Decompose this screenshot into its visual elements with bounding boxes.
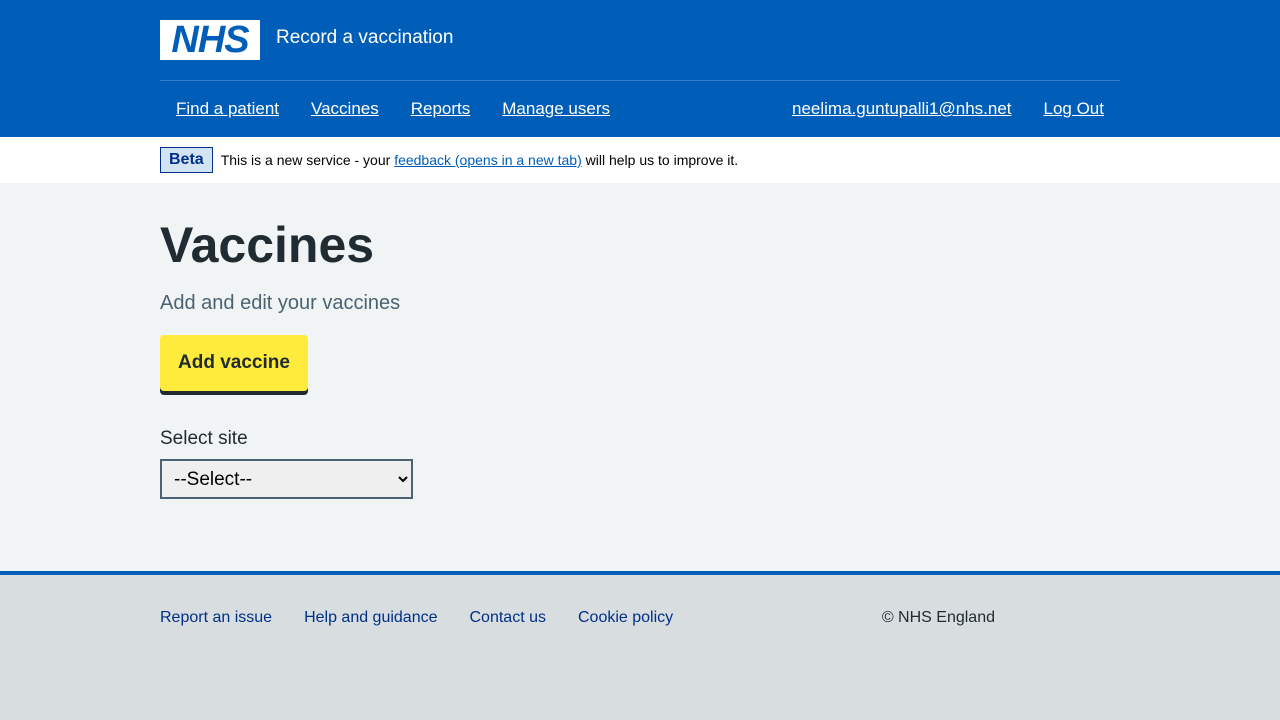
nav-logout[interactable]: Log Out — [1028, 97, 1121, 121]
site-header: NHS Record a vaccination Find a patient … — [0, 0, 1280, 137]
footer-cookie-policy[interactable]: Cookie policy — [578, 609, 673, 627]
footer-report-issue[interactable]: Report an issue — [160, 609, 272, 627]
footer-contact-us[interactable]: Contact us — [470, 609, 546, 627]
phase-banner-text: This is a new service - your feedback (o… — [221, 152, 738, 168]
select-site-label: Select site — [160, 428, 248, 449]
footer-help-guidance[interactable]: Help and guidance — [304, 609, 437, 627]
feedback-link[interactable]: feedback (opens in a new tab) — [394, 152, 582, 168]
nav-manage-users[interactable]: Manage users — [486, 97, 626, 121]
phase-text-after: will help us to improve it. — [585, 152, 739, 168]
nhs-logo[interactable]: NHS — [160, 20, 260, 60]
nav-user-email[interactable]: neelima.guntupalli1@nhs.net — [776, 97, 1028, 121]
nav-vaccines[interactable]: Vaccines — [295, 97, 395, 121]
nhs-logo-text: NHS — [171, 19, 249, 61]
footer-links: Report an issue Help and guidance Contac… — [160, 609, 705, 627]
phase-banner: Beta This is a new service - your feedba… — [0, 137, 1280, 183]
beta-tag: Beta — [160, 147, 213, 173]
site-footer: Report an issue Help and guidance Contac… — [0, 571, 1280, 720]
phase-text-before: This is a new service - your — [220, 152, 391, 168]
service-name[interactable]: Record a vaccination — [276, 26, 453, 50]
site-select[interactable]: --Select-- — [160, 459, 413, 499]
copyright-text: © NHS England — [881, 609, 995, 626]
primary-nav: Find a patient Vaccines Reports Manage u… — [160, 81, 1120, 137]
nav-reports[interactable]: Reports — [395, 97, 487, 121]
page-title: Vaccines — [160, 217, 375, 273]
main-content: Vaccines Add and edit your vaccines Add … — [160, 183, 1120, 571]
page-subtitle: Add and edit your vaccines — [160, 292, 401, 314]
add-vaccine-button[interactable]: Add vaccine — [160, 335, 308, 391]
nav-find-patient[interactable]: Find a patient — [160, 97, 295, 121]
